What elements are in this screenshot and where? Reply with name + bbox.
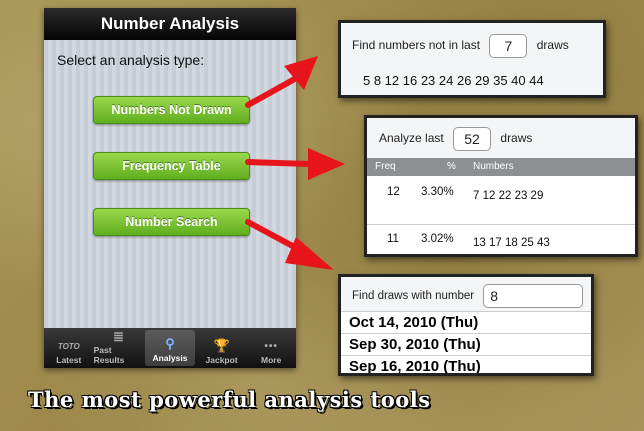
stack-icon: ≣ [112, 328, 124, 344]
tab-label: More [261, 355, 282, 365]
analyze-count-input[interactable]: 52 [453, 127, 492, 151]
tab-past-results[interactable]: ≣ Past Results [94, 328, 144, 368]
freq-header: Freq [375, 161, 396, 172]
frequency-table-panel: Analyze last 52 draws Freq % Numbers 12 … [364, 115, 638, 257]
tab-label: Analysis [152, 353, 188, 363]
tab-latest[interactable]: TOTO Latest [44, 328, 94, 368]
find-number-label: Find draws with number [352, 290, 475, 303]
number-search-button[interactable]: Number Search [93, 208, 250, 236]
tab-label: Jackpot [205, 355, 238, 365]
table-row: 11 3.02% 13 17 18 25 43 [367, 225, 635, 254]
analyze-suffix-label: draws [500, 131, 533, 146]
draws-count-input[interactable]: 7 [489, 34, 528, 58]
draws-suffix-label: draws [536, 38, 569, 53]
draw-date: Oct 14, 2010 (Thu) [349, 314, 479, 331]
number-search-panel: Find draws with number 8 Oct 14, 2010 (T… [338, 274, 594, 376]
search-number-input[interactable]: 8 [483, 284, 584, 308]
toto-logo-icon: TOTO [57, 341, 80, 351]
frequency-table-button[interactable]: Frequency Table [93, 152, 250, 180]
draws-label: Find numbers not in last [352, 38, 481, 53]
tab-label: Latest [56, 355, 82, 365]
tagline: The most powerful analysis tools [28, 387, 431, 412]
phone-screen: Number Analysis Select an analysis type:… [44, 8, 296, 368]
analyze-label: Analyze last [379, 131, 444, 146]
table-row: 12 3.30% 7 12 22 23 29 [367, 176, 635, 225]
list-item[interactable]: Sep 16, 2010 (Thu) [341, 356, 591, 375]
numbers-not-drawn-button[interactable]: Numbers Not Drawn [93, 96, 250, 124]
analysis-prompt: Select an analysis type: [57, 52, 205, 68]
freq-cell: 12 [387, 186, 400, 198]
pct-header: % [447, 161, 456, 172]
pct-cell: 3.30% [421, 186, 454, 198]
draw-date: Sep 16, 2010 (Thu) [349, 358, 481, 375]
more-dots-icon: ••• [264, 340, 278, 352]
not-drawn-numbers: 5 8 12 16 23 24 26 29 35 40 44 [363, 73, 544, 88]
list-item[interactable]: Sep 30, 2010 (Thu) [341, 334, 591, 356]
numbers-header: Numbers [473, 161, 514, 172]
list-item[interactable]: Oct 14, 2010 (Thu) [341, 312, 591, 334]
numbers-cell: 7 12 22 23 29 [473, 190, 544, 202]
tab-analysis[interactable]: ⚲ Analysis [145, 330, 195, 366]
numbers-not-drawn-panel: Find numbers not in last 7 draws 5 8 12 … [338, 20, 606, 98]
draw-date: Sep 30, 2010 (Thu) [349, 336, 481, 353]
pct-cell: 3.02% [421, 233, 454, 245]
numbers-cell: 13 17 18 25 43 [473, 237, 550, 249]
tab-more[interactable]: ••• More [246, 328, 296, 368]
tab-jackpot[interactable]: 🏆 Jackpot [197, 328, 247, 368]
nav-bar-title: Number Analysis [44, 8, 296, 40]
trophy-icon: 🏆 [213, 338, 230, 353]
tab-bar: TOTO Latest ≣ Past Results ⚲ Analysis 🏆 … [44, 328, 296, 368]
analysis-magnifier-icon: ⚲ [165, 336, 175, 351]
freq-cell: 11 [387, 233, 399, 245]
tab-label: Past Results [93, 345, 125, 365]
